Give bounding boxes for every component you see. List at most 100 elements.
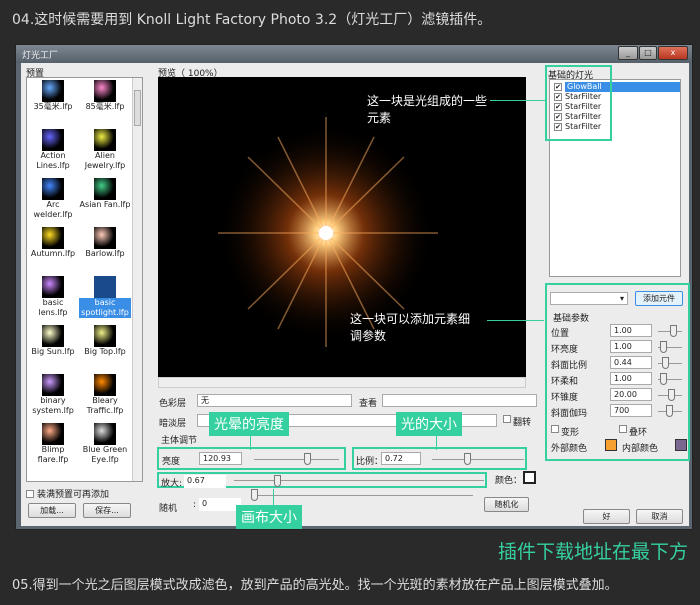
param-input[interactable]: 1.00 — [610, 340, 652, 353]
preset-item[interactable]: Barlow.lfp — [79, 227, 131, 276]
flip-label: 翻转 — [513, 418, 532, 428]
preview-h-scrollbar[interactable] — [158, 377, 526, 388]
elements-note-line — [490, 100, 547, 101]
zoom-group: 放大: 0.67 — [157, 472, 487, 489]
random-input[interactable]: 0 — [199, 498, 241, 511]
param-input[interactable]: 0.44 — [610, 356, 652, 369]
random-slider[interactable] — [251, 489, 258, 501]
preset-thumbnail — [42, 80, 64, 102]
preset-label: Arc welder.lfp — [33, 200, 73, 219]
preset-thumbnail — [94, 276, 116, 298]
preset-thumbnail — [42, 178, 64, 200]
param-slider[interactable] — [666, 405, 673, 417]
preset-label: Asian Fan.lfp — [79, 200, 131, 209]
preset-label: Big Sun.lfp — [31, 347, 75, 356]
preset-label: Bleary Traffic.lfp — [86, 396, 124, 415]
preset-thumbnail — [42, 227, 64, 249]
download-note: 插件下载地址在最下方 — [497, 541, 688, 563]
preset-thumbnail — [94, 325, 116, 347]
preset-label: binary system.lfp — [32, 396, 74, 415]
step-5-text: 05.得到一个光之后图层模式改成滤色，放到产品的高光处。找一个光斑的素材放在产品… — [12, 578, 618, 593]
param-input[interactable]: 700 — [610, 404, 652, 417]
preset-item[interactable]: Alien Jewelry.lfp — [79, 129, 131, 178]
step-4-text: 04.这时候需要用到 Knoll Light Factory Photo 3.2… — [12, 12, 492, 28]
main-adjust-label: 主体调节 — [161, 436, 198, 446]
maximize-button[interactable]: □ — [639, 46, 657, 60]
preset-thumbnail — [94, 80, 116, 102]
preset-label: 85毫米.lfp — [85, 102, 125, 111]
add-note: 这一块可以添加元素细调参数 — [350, 312, 471, 343]
param-label: 斜面比例 — [551, 361, 588, 371]
deform-label: 变形 — [561, 428, 580, 438]
preset-thumbnail — [42, 423, 64, 445]
preset-item[interactable]: Blimp flare.lfp — [27, 423, 79, 472]
preset-thumbnail — [42, 276, 64, 298]
param-input[interactable]: 1.00 — [610, 324, 652, 337]
inner-color-swatch[interactable] — [675, 439, 687, 451]
presets-scrollbar[interactable] — [132, 78, 142, 481]
zoom-input[interactable]: 0.67 — [184, 475, 226, 488]
randomize-button[interactable]: 随机化 — [484, 497, 529, 512]
preset-item[interactable]: 85毫米.lfp — [79, 80, 131, 129]
preset-item[interactable]: basic spotlight.lfp — [79, 276, 131, 325]
preset-item[interactable]: Blue Green Eye.lfp — [79, 423, 131, 472]
preset-item[interactable]: binary system.lfp — [27, 374, 79, 423]
scale-input[interactable]: 0.72 — [381, 452, 421, 465]
outer-color-swatch[interactable] — [605, 439, 617, 451]
preset-item[interactable]: Asian Fan.lfp — [79, 178, 131, 227]
color-layer-select[interactable]: 无 — [197, 394, 352, 407]
preset-item[interactable]: Action Lines.lfp — [27, 129, 79, 178]
deform-checkbox[interactable] — [551, 425, 559, 433]
element-dropdown[interactable]: ▾ — [550, 292, 628, 305]
presets-list[interactable]: 35毫米.lfp 85毫米.lfp Action Lines.lfp Alien Je… — [26, 77, 143, 482]
zoom-slider[interactable] — [274, 475, 281, 487]
elements-note: 这一块是光组成的一些元素 — [367, 94, 488, 125]
preset-thumbnail — [42, 374, 64, 396]
param-row: 斜面伽玛 700 — [550, 403, 688, 419]
param-input[interactable]: 1.00 — [610, 372, 652, 385]
param-slider[interactable] — [660, 373, 667, 385]
color-label: 颜色： — [495, 476, 523, 486]
preset-add-checkbox[interactable] — [26, 489, 34, 498]
param-row: 位置 1.00 — [550, 323, 688, 339]
flip-checkbox[interactable] — [503, 415, 511, 423]
minimize-button[interactable]: _ — [618, 46, 638, 60]
brightness-input[interactable]: 120.93 — [199, 452, 242, 465]
scale-slider[interactable] — [464, 453, 471, 465]
preset-item[interactable]: Big Top.lfp — [79, 325, 131, 374]
preset-item[interactable]: Bleary Traffic.lfp — [79, 374, 131, 423]
light-factory-window: 灯光工厂 _ □ x 预置 35毫米.lfp 85毫米.lfp Action Lin… — [15, 44, 693, 530]
color-swatch[interactable] — [523, 471, 536, 484]
param-slider[interactable] — [660, 341, 667, 353]
preset-item[interactable]: Big Sun.lfp — [27, 325, 79, 374]
preset-label: Blimp flare.lfp — [37, 445, 69, 464]
preset-thumbnail — [94, 178, 116, 200]
param-slider[interactable] — [670, 325, 677, 337]
cancel-button[interactable]: 取消 — [636, 509, 683, 524]
add-element-button[interactable]: 添加元件 — [635, 291, 683, 306]
preset-item[interactable]: Autumn.lfp — [27, 227, 79, 276]
preset-item[interactable]: basic lens.lfp — [27, 276, 79, 325]
preset-thumbnail — [94, 227, 116, 249]
view-select[interactable] — [382, 394, 537, 407]
save-button[interactable]: 保存... — [83, 503, 131, 518]
scroll-thumb[interactable] — [134, 90, 141, 126]
stack-checkbox[interactable] — [619, 425, 627, 433]
param-slider[interactable] — [668, 389, 675, 401]
load-button[interactable]: 加载... — [28, 503, 76, 518]
close-button[interactable]: x — [658, 46, 688, 60]
param-input[interactable]: 20.00 — [610, 388, 652, 401]
canvas-size-tag: 画布大小 — [236, 505, 302, 529]
lights-highlight — [545, 65, 612, 141]
param-slider[interactable] — [662, 357, 669, 369]
light-size-line — [436, 433, 437, 450]
ok-button[interactable]: 好 — [583, 509, 630, 524]
preset-item[interactable]: Arc welder.lfp — [27, 178, 79, 227]
brightness-slider[interactable] — [304, 453, 311, 465]
preset-label: basic lens.lfp — [38, 298, 68, 317]
preset-item[interactable]: 35毫米.lfp — [27, 80, 79, 129]
halo-brightness-tag: 光晕的亮度 — [209, 412, 289, 436]
stack-label: 叠环 — [629, 428, 648, 438]
preset-add-label: 装满预置可再添加 — [37, 490, 110, 500]
color-layer-label: 色彩层 — [159, 399, 187, 409]
